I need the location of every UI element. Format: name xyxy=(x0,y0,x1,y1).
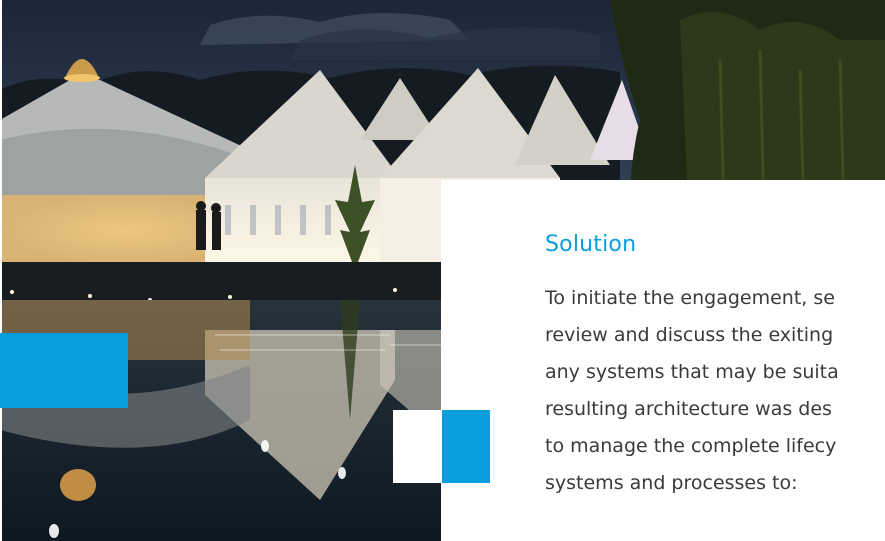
section-heading: Solution xyxy=(545,232,637,257)
accent-block-white xyxy=(393,410,442,483)
body-line: To initiate the engagement, se xyxy=(545,287,835,309)
body-line: to manage the complete lifecy xyxy=(545,435,837,457)
body-line: any systems that may be suita xyxy=(545,361,839,383)
body-line: systems and processes to: xyxy=(545,472,798,494)
left-frame-border xyxy=(0,0,2,541)
content-panel: Solution To initiate the engagement, se … xyxy=(441,180,885,541)
body-line: resulting architecture was des xyxy=(545,398,832,420)
accent-block-right xyxy=(442,410,490,483)
accent-block-left xyxy=(0,333,128,408)
body-line: review and discuss the exiting xyxy=(545,324,834,346)
section-body-text: To initiate the engagement, se review an… xyxy=(545,280,885,502)
